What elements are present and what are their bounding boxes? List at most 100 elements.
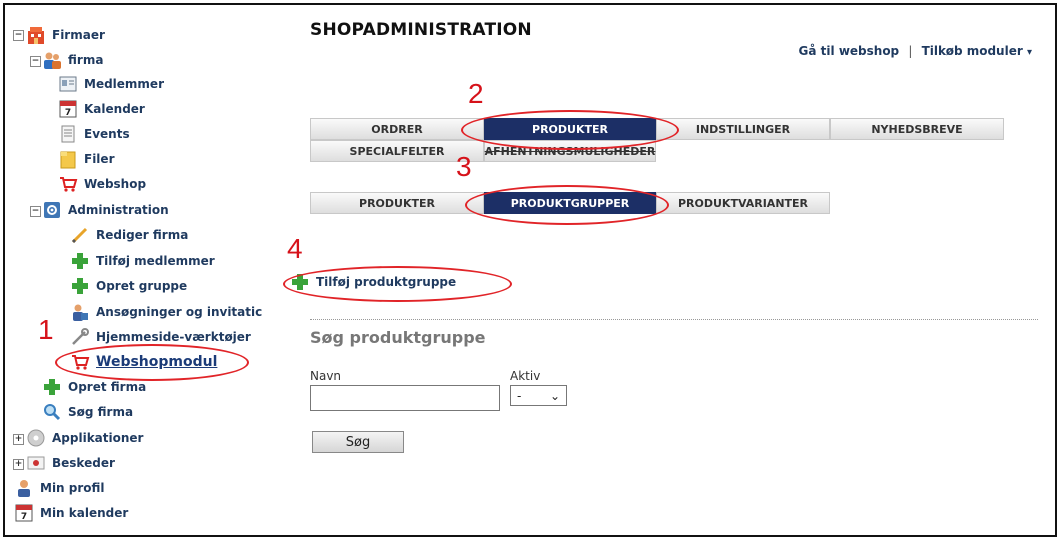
annotation-number-2: 2 <box>468 78 484 109</box>
section-divider <box>310 319 1038 320</box>
sidebar-item-label: Events <box>84 127 130 141</box>
tab-ordrer[interactable]: ORDRER <box>310 118 484 140</box>
tab-produkter[interactable]: PRODUKTER <box>484 118 656 140</box>
search-icon <box>42 402 62 422</box>
building-icon <box>26 25 46 45</box>
main-tabs-row2: SPECIALFELTER AFHENTNINGSMULIGHEDER <box>310 140 656 162</box>
annotation-number-1: 1 <box>38 314 54 345</box>
sidebar-item-firma[interactable]: firma <box>42 49 103 71</box>
sidebar-item-label: Kalender <box>84 102 145 116</box>
sidebar-item-label: Beskeder <box>52 456 115 470</box>
name-input[interactable] <box>310 385 500 411</box>
dropdown-arrow-icon[interactable]: ▾ <box>1027 47 1032 58</box>
expand-applikationer-toggle[interactable]: + <box>13 434 24 445</box>
sidebar-item-label: Opret gruppe <box>96 279 188 293</box>
sidebar-item-medlemmer[interactable]: Medlemmer <box>58 73 164 95</box>
chevron-down-icon: ⌄ <box>549 388 560 403</box>
plus-icon <box>70 276 90 296</box>
document-icon <box>58 124 78 144</box>
plus-icon <box>70 251 90 271</box>
sidebar-item-label: Administration <box>68 203 169 217</box>
sidebar-item-beskeder[interactable]: Beskeder <box>26 452 115 474</box>
user-icon <box>14 478 34 498</box>
annotation-number-4: 4 <box>287 233 303 264</box>
subtab-produktvarianter[interactable]: PRODUKTVARIANTER <box>656 192 830 214</box>
main-tabs-row1: ORDRER PRODUKTER INDSTILLINGER NYHEDSBRE… <box>310 118 1004 140</box>
subtab-produkter[interactable]: PRODUKTER <box>310 192 484 214</box>
contact-card-icon <box>58 74 78 94</box>
sidebar-item-label: Hjemmeside-værktøjer <box>96 330 251 344</box>
tab-afhentningsmuligheder[interactable]: AFHENTNINGSMULIGHEDER <box>484 140 656 162</box>
sidebar-item-firmaer[interactable]: Firmaer <box>26 24 105 46</box>
sidebar-item-soeg-firma[interactable]: Søg firma <box>42 401 133 423</box>
sidebar-item-ansoegninger[interactable]: Ansøgninger og invitatic <box>70 301 262 323</box>
tab-nyhedsbreve[interactable]: NYHEDSBREVE <box>830 118 1004 140</box>
sidebar-item-webshopmodul[interactable]: Webshopmodul <box>70 351 217 373</box>
collapse-administration-toggle[interactable]: − <box>30 206 41 217</box>
buy-modules-link[interactable]: Tilkøb moduler <box>922 44 1023 58</box>
sidebar-item-min-profil[interactable]: Min profil <box>14 477 105 499</box>
messages-icon <box>26 453 46 473</box>
sidebar-item-tilfoej-medlemmer[interactable]: Tilføj medlemmer <box>70 250 215 272</box>
sidebar-item-label: Søg firma <box>68 405 134 419</box>
shopping-cart-icon <box>70 352 90 372</box>
active-select-value: - <box>517 388 522 403</box>
tab-afhentningsmuligheder-label: AFHENTNINGSMULIGHEDER <box>484 144 656 158</box>
shopping-cart-icon <box>58 174 78 194</box>
sidebar-item-label: Rediger firma <box>96 228 189 242</box>
subtab-produktgrupper[interactable]: PRODUKTGRUPPER <box>484 192 656 214</box>
sidebar-item-label: firma <box>68 53 104 67</box>
add-productgroup-label: Tilføj produktgruppe <box>316 275 457 289</box>
sidebar-item-label: Webshopmodul <box>96 354 218 370</box>
sidebar-item-label: Filer <box>84 152 115 166</box>
sidebar-item-label: Firmaer <box>52 28 105 42</box>
search-section-heading: Søg produktgruppe <box>310 328 486 347</box>
sidebar-item-label: Min kalender <box>40 506 129 520</box>
folder-icon <box>58 149 78 169</box>
sidebar-item-administration[interactable]: Administration <box>42 199 169 221</box>
expand-beskeder-toggle[interactable]: + <box>13 459 24 470</box>
sidebar-item-opret-gruppe[interactable]: Opret gruppe <box>70 275 187 297</box>
sidebar-item-min-kalender[interactable]: 7 Min kalender <box>14 502 128 524</box>
name-label: Navn <box>310 369 342 383</box>
sidebar-item-rediger-firma[interactable]: Rediger firma <box>70 224 188 246</box>
sidebar-item-events[interactable]: Events <box>58 123 130 145</box>
user-application-icon <box>70 302 90 322</box>
add-productgroup-link[interactable]: Tilføj produktgruppe <box>290 272 456 292</box>
sidebar-item-label: Medlemmer <box>84 77 164 91</box>
sidebar-item-kalender[interactable]: 7 Kalender <box>58 98 145 120</box>
sidebar-item-label: Tilføj medlemmer <box>96 254 215 268</box>
svg-text:7: 7 <box>65 108 71 118</box>
annotation-number-3: 3 <box>456 151 472 182</box>
sidebar-item-hjemmeside-vaerktoejer[interactable]: Hjemmeside-værktøjer <box>70 326 251 348</box>
sidebar-item-label: Min profil <box>40 481 105 495</box>
tab-indstillinger[interactable]: INDSTILLINGER <box>656 118 830 140</box>
sidebar-item-opret-firma[interactable]: Opret firma <box>42 376 146 398</box>
top-links-separator: | <box>908 44 913 58</box>
sidebar-item-webshop[interactable]: Webshop <box>58 173 146 195</box>
active-select[interactable]: - ⌄ <box>510 385 567 406</box>
sidebar-item-label: Opret firma <box>68 380 147 394</box>
svg-text:7: 7 <box>21 512 27 522</box>
calendar-icon: 7 <box>58 99 78 119</box>
plus-icon <box>42 377 62 397</box>
calendar-icon: 7 <box>14 503 34 523</box>
sidebar-item-label: Ansøgninger og invitatic <box>96 305 263 319</box>
sub-tabs: PRODUKTER PRODUKTGRUPPER PRODUKTVARIANTE… <box>310 192 830 214</box>
sidebar-item-applikationer[interactable]: Applikationer <box>26 427 143 449</box>
tools-icon <box>70 327 90 347</box>
active-label: Aktiv <box>510 369 541 383</box>
sidebar-item-label: Applikationer <box>52 431 144 445</box>
collapse-firmaer-toggle[interactable]: − <box>13 30 24 41</box>
goto-webshop-link[interactable]: Gå til webshop <box>799 44 900 58</box>
pencil-icon <box>70 225 90 245</box>
sidebar-item-filer[interactable]: Filer <box>58 148 114 170</box>
search-button[interactable]: Søg <box>312 431 404 453</box>
settings-icon <box>42 200 62 220</box>
plus-icon <box>290 272 310 292</box>
sidebar-item-label: Webshop <box>84 177 147 191</box>
top-links: Gå til webshop | Tilkøb moduler ▾ <box>799 44 1032 58</box>
disc-icon <box>26 428 46 448</box>
collapse-firma-toggle[interactable]: − <box>30 56 41 67</box>
page-title: SHOPADMINISTRATION <box>310 20 532 40</box>
